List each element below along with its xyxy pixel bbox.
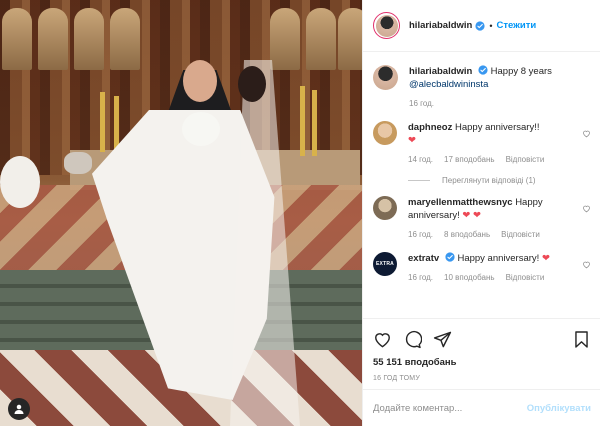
user-tag-icon [14, 404, 24, 414]
groom-head [183, 60, 217, 102]
comment-reply-button[interactable]: Відповісти [506, 271, 545, 284]
comment-item: daphneoz Happy anniversary!! ❤ 14 год. 1… [373, 121, 591, 166]
comment-text: Happy anniversary!! [454, 122, 540, 133]
caption: hilariabaldwin Happy 8 years @alecbaldwi… [373, 65, 591, 110]
caption-mention[interactable]: @alecbaldwininsta [409, 78, 591, 91]
comment-reply-button[interactable]: Відповісти [501, 228, 540, 241]
post-timestamp[interactable]: 16 ГОД ТОМУ [373, 375, 591, 382]
comment-like-icon[interactable] [582, 260, 591, 269]
comment-input[interactable] [373, 402, 527, 414]
like-count[interactable]: 55 151 вподобань [373, 357, 591, 368]
bride-shoe [64, 152, 92, 174]
post-side-panel: hilariabaldwin • Стежити hilariabaldwin … [362, 0, 600, 426]
caption-text: Happy 8 years [490, 66, 552, 77]
save-icon[interactable] [572, 330, 591, 349]
statue-niche [2, 8, 32, 70]
header-separator: • [489, 20, 493, 31]
comment-emoji: ❤ ❤ [462, 210, 481, 221]
comment-username[interactable]: maryellenmatthewsnyc [408, 197, 513, 208]
caption-avatar[interactable] [373, 65, 398, 90]
statue-niche [338, 8, 362, 70]
comment-likes[interactable]: 8 вподобань [444, 228, 490, 241]
bride-head [238, 66, 266, 102]
comment-reply-button[interactable]: Відповісти [506, 153, 545, 166]
comment-composer: Опублікувати [363, 389, 600, 426]
comment-username[interactable]: extratv [408, 253, 439, 264]
candle [300, 86, 305, 156]
statue-niche [74, 8, 104, 70]
statue-niche [38, 8, 68, 70]
caption-username[interactable]: hilariabaldwin [409, 66, 472, 77]
replies-divider [408, 180, 430, 181]
post-actions: 55 151 вподобань 16 ГОД ТОМУ [363, 318, 600, 382]
author-avatar[interactable] [373, 12, 400, 39]
verified-badge-icon [445, 252, 455, 262]
commenter-avatar[interactable]: EXTRA [373, 252, 397, 276]
verified-badge-icon [478, 65, 488, 75]
like-icon[interactable] [373, 330, 392, 349]
comment-likes[interactable]: 10 вподобань [444, 271, 495, 284]
statue-niche [110, 8, 140, 70]
comment-like-icon[interactable] [582, 204, 591, 213]
comment-emoji: ❤ [541, 253, 550, 264]
verified-badge-icon [475, 20, 485, 31]
candle [114, 96, 119, 152]
comment-likes[interactable]: 17 вподобань [444, 153, 495, 166]
bouquet [182, 112, 220, 146]
flower-arrangement [0, 156, 40, 208]
comment-username[interactable]: daphneoz [408, 122, 452, 133]
comment-emoji: ❤ [408, 135, 416, 146]
comment-item: EXTRA extratv Happy anniversary! ❤ 16 го… [373, 252, 591, 284]
follow-button[interactable]: Стежити [497, 20, 537, 31]
commenter-avatar[interactable] [373, 121, 397, 145]
caption-time[interactable]: 16 год. [409, 97, 434, 110]
share-icon[interactable] [433, 330, 452, 349]
comments-list: hilariabaldwin Happy 8 years @alecbaldwi… [363, 55, 600, 317]
view-replies-button[interactable]: Переглянути відповіді (1) [408, 176, 591, 185]
post-header: hilariabaldwin • Стежити [363, 0, 600, 52]
comment-text: Happy anniversary! [457, 253, 540, 264]
comment-time[interactable]: 16 год. [408, 228, 433, 241]
author-username[interactable]: hilariabaldwin [409, 20, 472, 31]
commenter-avatar[interactable] [373, 196, 397, 220]
comment-like-icon[interactable] [582, 129, 591, 138]
statue-niche [270, 8, 300, 70]
comment-time[interactable]: 16 год. [408, 271, 433, 284]
avatar-logo-text: EXTRA [376, 261, 394, 267]
post-comment-button[interactable]: Опублікувати [527, 403, 591, 414]
candle [100, 92, 105, 152]
view-replies-label: Переглянути відповіді (1) [442, 176, 536, 185]
comment-item: maryellenmatthewsnyc Happy anniversary! … [373, 196, 591, 241]
post-photo[interactable] [0, 0, 362, 426]
statue-niche [306, 8, 336, 70]
candle [312, 90, 317, 156]
comment-time[interactable]: 14 год. [408, 153, 433, 166]
comment-icon[interactable] [403, 330, 422, 349]
user-tag-button[interactable] [8, 398, 30, 420]
